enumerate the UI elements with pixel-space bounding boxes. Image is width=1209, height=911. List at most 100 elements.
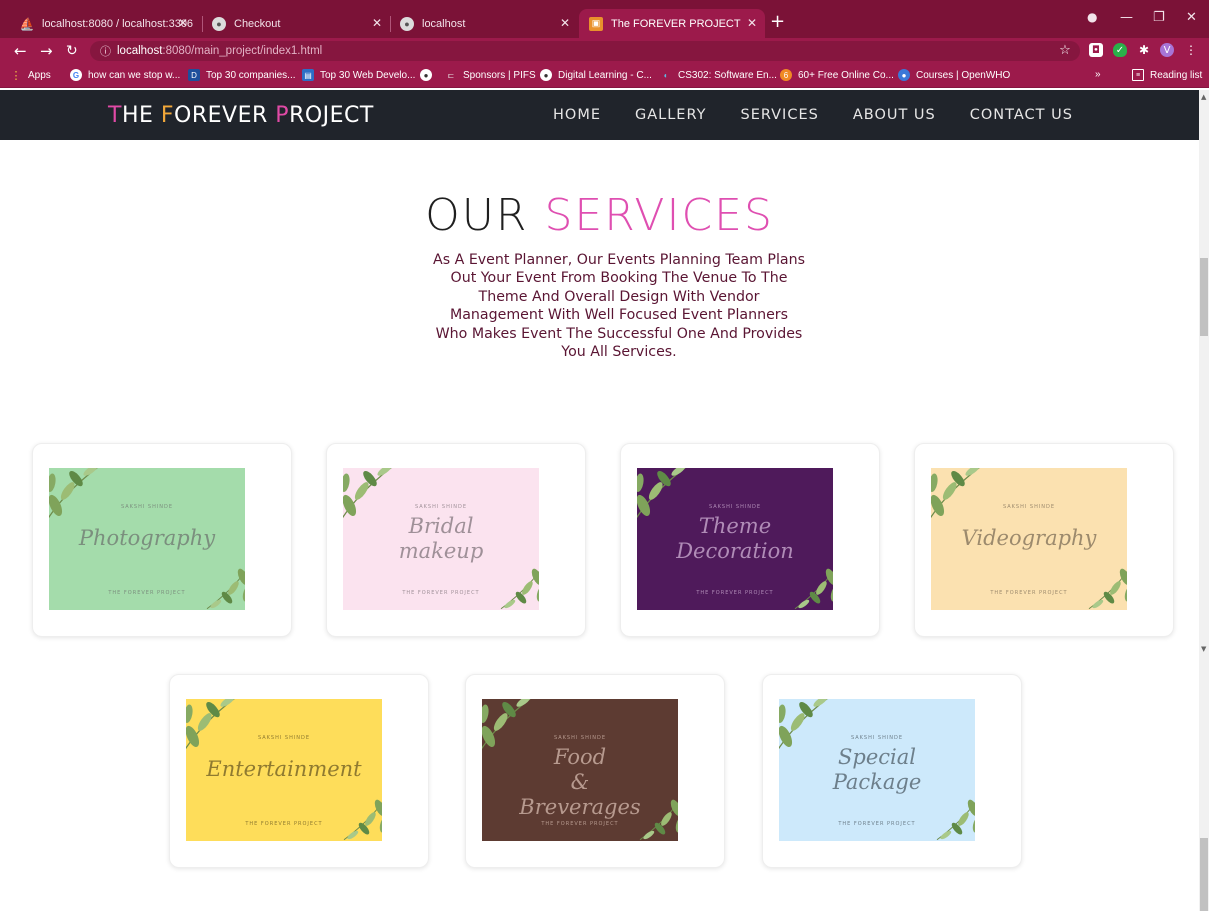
tab-label: localhost:8080 / localhost:3306 / (42, 17, 196, 30)
close-icon[interactable]: ✕ (178, 16, 188, 30)
reading-list[interactable]: ≡ Reading list (1132, 69, 1202, 81)
section-title: OUR SERVICES (425, 190, 774, 241)
apps-grid-icon: ⋮ (10, 69, 22, 82)
service-image: SAKSHI SHINDE Food & Breverages THE FOREVER … (482, 699, 678, 841)
main-nav: HOME GALLERY SERVICES ABOUT US CONTACT U… (553, 107, 1107, 123)
menu-kebab-icon[interactable]: ⋮ (1184, 43, 1198, 57)
close-icon[interactable]: ✕ (747, 16, 757, 30)
leaf-decoration-icon (186, 699, 244, 757)
tab-label: Checkout (234, 17, 281, 30)
nav-gallery[interactable]: GALLERY (635, 107, 706, 123)
info-icon[interactable]: ⓘ (100, 43, 111, 59)
leaf-decoration-icon (340, 795, 382, 841)
google-icon: G (70, 69, 82, 81)
section-description: As A Event Planner, Our Events Planning … (433, 252, 805, 361)
address-bar[interactable]: ⓘ localhost:8080/main_project/index1.htm… (90, 41, 1080, 61)
minimize-button[interactable]: — (1120, 10, 1133, 25)
star-icon[interactable]: ☆ (1058, 43, 1072, 58)
leaf-decoration-icon (482, 699, 540, 757)
tab-label: The FOREVER PROJECT (611, 17, 741, 30)
service-image: SAKSHI SHINDE Bridal makeup THE FOREVER PRO… (343, 468, 539, 610)
tab-label: localhost (422, 17, 466, 30)
saylor-icon: ◐ (663, 70, 669, 80)
bookmark-item[interactable]: ● Courses | OpenWHO (898, 69, 1010, 81)
extension-icon[interactable]: ◘ (1089, 43, 1103, 57)
leaf-decoration-icon (49, 468, 107, 526)
scroll-down-arrow-icon[interactable]: ▼ (1201, 645, 1206, 653)
bookmark-overflow[interactable]: » (1095, 69, 1101, 80)
bookmark-item[interactable]: ● Digital Learning - C... (540, 69, 652, 81)
nav-contact-us[interactable]: CONTACT US (970, 107, 1073, 123)
leaf-decoration-icon (933, 795, 975, 841)
bookmark-item[interactable]: ▤ Top 30 Web Develo... (302, 69, 415, 81)
globe-icon: ● (540, 69, 552, 81)
puzzle-icon[interactable]: ✱ (1137, 43, 1151, 57)
url-path: :8080/main_project/index1.html (162, 45, 323, 57)
page-scrollbar[interactable]: ▲ ▼ (1199, 90, 1209, 911)
service-card-special-package[interactable]: SAKSHI SHINDE Special Package THE FOREVER P… (762, 674, 1022, 868)
browser-toolbar: ← → ↻ ⓘ localhost:8080/main_project/inde… (0, 38, 1209, 64)
leaf-decoration-icon (636, 795, 678, 841)
site-header: THE FOREVER PROJECT HOME GALLERY SERVICE… (0, 90, 1199, 140)
scroll-up-arrow-icon[interactable]: ▲ (1201, 93, 1206, 101)
openwho-icon: ● (898, 69, 910, 81)
card-service-title: Videography (961, 526, 1097, 550)
close-window-button[interactable]: ✕ (1186, 10, 1197, 25)
close-icon[interactable]: ✕ (560, 16, 570, 30)
service-card-videography[interactable]: SAKSHI SHINDE Videography THE FOREVER PROJ… (914, 443, 1174, 637)
shield-extension-icon[interactable]: ✓ (1113, 43, 1127, 57)
service-card-entertainment[interactable]: SAKSHI SHINDE Entertainment THE FOREVER PR… (169, 674, 429, 868)
pifs-icon: ⊏ (447, 70, 455, 80)
leaf-decoration-icon (497, 564, 539, 610)
globe-icon: ● (212, 16, 226, 31)
phpmyadmin-icon: ⛵ (19, 16, 35, 31)
bookmark-item[interactable]: Ghow can we stop w... (70, 69, 180, 81)
forward-button[interactable]: → (40, 42, 53, 60)
reading-list-icon: ≡ (1132, 69, 1144, 81)
leaf-decoration-icon (791, 564, 833, 610)
reload-button[interactable]: ↻ (66, 42, 78, 60)
service-card-food-beverages[interactable]: SAKSHI SHINDE Food & Breverages THE FOREVER … (465, 674, 725, 868)
maximize-button[interactable]: ❐ (1153, 10, 1165, 25)
service-card-bridal-makeup[interactable]: SAKSHI SHINDE Bridal makeup THE FOREVER PRO… (326, 443, 586, 637)
browser-tab-bar: ⛵ localhost:8080 / localhost:3306 / ✕ ● … (0, 0, 1209, 38)
nav-about-us[interactable]: ABOUT US (853, 107, 936, 123)
bookmark-item[interactable]: ◐ CS302: Software En... (660, 69, 777, 81)
leaf-decoration-icon (637, 468, 695, 526)
avatar[interactable]: V (1160, 43, 1174, 57)
bookmark-item[interactable]: ⊏ Sponsors | PIFS (445, 69, 536, 81)
scrollbar-thumb[interactable] (1200, 258, 1208, 336)
close-icon[interactable]: ✕ (372, 16, 382, 30)
card-service-title: Photography (78, 526, 216, 550)
service-image: SAKSHI SHINDE Special Package THE FOREVER P… (779, 699, 975, 841)
service-image: SAKSHI SHINDE Photography THE FOREVER PROJ… (49, 468, 245, 610)
bookmark-apps[interactable]: ⋮ Apps (10, 69, 51, 82)
bookmark-item[interactable]: 6 60+ Free Online Co... (780, 69, 894, 81)
tab-localhost[interactable]: ● localhost ✕ (390, 9, 578, 38)
service-card-photography[interactable]: SAKSHI SHINDE Photography THE FOREVER PROJ… (32, 443, 292, 637)
leaf-decoration-icon (931, 468, 989, 526)
bookmark-item[interactable]: ● (420, 69, 438, 81)
course-icon: 6 (780, 69, 792, 81)
service-image: SAKSHI SHINDE Videography THE FOREVER PROJ… (931, 468, 1127, 610)
scrollbar-thumb-lower[interactable] (1200, 838, 1208, 911)
new-tab-button[interactable]: + (770, 13, 785, 31)
bookmark-item[interactable]: D Top 30 companies... (188, 69, 296, 81)
nav-home[interactable]: HOME (553, 107, 601, 123)
back-button[interactable]: ← (14, 42, 27, 60)
leaf-decoration-icon (203, 564, 245, 610)
site-icon: ▣ (589, 16, 603, 31)
leaf-decoration-icon (1085, 564, 1127, 610)
service-image: SAKSHI SHINDE Entertainment THE FOREVER PR… (186, 699, 382, 841)
service-card-theme-decoration[interactable]: SAKSHI SHINDE Theme Decoration THE FOREVER … (620, 443, 880, 637)
globe-icon: ● (420, 69, 432, 81)
profile-menu-icon[interactable]: ● (1087, 10, 1097, 24)
tab-forever-project[interactable]: ▣ The FOREVER PROJECT ✕ (579, 9, 765, 38)
service-image: SAKSHI SHINDE Theme Decoration THE FOREVER … (637, 468, 833, 610)
card-service-title: Entertainment (206, 757, 362, 781)
tab-phpmyadmin[interactable]: ⛵ localhost:8080 / localhost:3306 / ✕ (10, 9, 196, 38)
nav-services[interactable]: SERVICES (740, 107, 818, 123)
url-host: localhost (117, 45, 163, 57)
tab-checkout[interactable]: ● Checkout ✕ (202, 9, 390, 38)
site-logo[interactable]: THE FOREVER PROJECT (108, 103, 374, 128)
